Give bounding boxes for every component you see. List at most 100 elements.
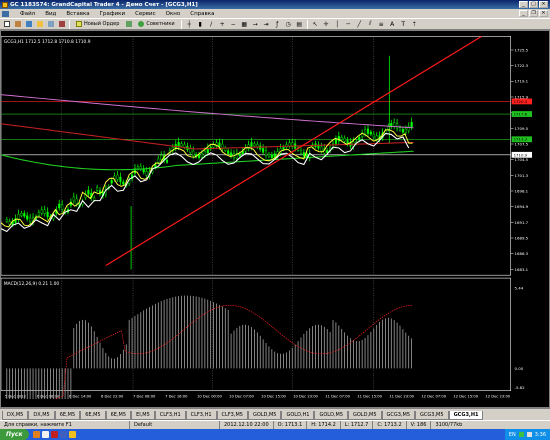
macd-tick-label: 5.44: [515, 285, 524, 290]
chart-shift-icon[interactable]: ⇥: [262, 20, 271, 29]
profiles-icon[interactable]: [13, 20, 22, 29]
new-order-button[interactable]: Новый Ордер: [73, 20, 122, 29]
price-tick-label: 1689.5: [515, 235, 529, 240]
menu-help[interactable]: Справка: [185, 11, 219, 17]
zoom-in-icon[interactable]: +: [218, 20, 227, 29]
chart-tab[interactable]: GCG3,M5: [381, 411, 416, 420]
mdi-close-button[interactable]: ×: [539, 10, 548, 17]
candle-body: [396, 123, 399, 129]
menu-insert[interactable]: Вставка: [61, 11, 94, 17]
ie-icon[interactable]: [59, 431, 67, 438]
network-icon[interactable]: [518, 432, 524, 437]
status-traffic[interactable]: 3100/77kb: [431, 421, 466, 429]
chart-tab[interactable]: DX,M5: [2, 411, 29, 420]
chart-tab[interactable]: GCG3,H1: [448, 411, 484, 420]
horizontal-line-icon[interactable]: ─: [344, 20, 353, 29]
chart-tab[interactable]: GOLD,H1: [281, 411, 315, 420]
candle-body: [145, 171, 148, 176]
navigator-icon[interactable]: [35, 20, 44, 29]
zoom-out-icon[interactable]: −: [229, 20, 238, 29]
price-tick-label: 1725.5: [515, 47, 529, 52]
trendline-icon[interactable]: ╱: [355, 20, 364, 29]
start-button[interactable]: Пуск: [0, 429, 29, 440]
chart-tab[interactable]: 6E,M5: [80, 411, 106, 420]
minimize-button[interactable]: _: [519, 1, 528, 8]
ma-magenta: [1, 94, 414, 129]
vertical-line-icon[interactable]: │: [333, 20, 342, 29]
candle-body: [302, 152, 305, 157]
label-tool-icon[interactable]: T: [399, 20, 408, 29]
chart-window[interactable]: GCG3,H1 1712.5 1712.8 1710.8 1710.9 MACD(…: [0, 30, 550, 408]
autoscroll-icon[interactable]: →: [251, 20, 260, 29]
chart-tab[interactable]: 6E,M5: [105, 411, 132, 420]
mdi-minimize-button[interactable]: _: [519, 10, 528, 17]
candles-icon[interactable]: ▮: [196, 20, 205, 29]
candle-body: [264, 150, 268, 156]
terminal-app-icon[interactable]: [68, 431, 76, 438]
cursor-icon[interactable]: ↖: [311, 20, 320, 29]
chart-tab[interactable]: EI,M5: [131, 411, 155, 420]
opera-icon[interactable]: [50, 431, 58, 438]
chart-tab[interactable]: CLF3,H1: [154, 411, 186, 420]
status-help: Для справки, нажмите F1: [0, 421, 130, 429]
menu-window[interactable]: Окно: [161, 11, 186, 17]
chart-tab[interactable]: GCG3,M5: [415, 411, 449, 420]
price-tick-label: 1707.5: [515, 141, 529, 146]
crosshair-icon[interactable]: ✛: [322, 20, 331, 29]
menu-charts[interactable]: Графики: [95, 11, 130, 17]
status-low: L: 1712.7: [341, 421, 374, 429]
mdi-restore-button[interactable]: ❐: [529, 10, 538, 17]
chart-tab[interactable]: GOLD,M5: [348, 411, 382, 420]
menu-tools[interactable]: Сервис: [130, 11, 161, 17]
maximize-button[interactable]: □: [529, 1, 538, 8]
candle-body: [189, 148, 192, 153]
explorer-icon[interactable]: [41, 431, 49, 438]
channel-icon[interactable]: ⫽: [366, 20, 375, 29]
chart-window-icon[interactable]: [2, 10, 9, 17]
close-button[interactable]: ×: [539, 1, 548, 8]
metaeditor-icon[interactable]: [124, 20, 133, 29]
new-chart-icon[interactable]: [2, 20, 11, 29]
macd-tick-label: -5.82: [515, 385, 526, 390]
fibonacci-icon[interactable]: ≡: [377, 20, 386, 29]
chart-tab[interactable]: GOLD,M5: [314, 411, 348, 420]
language-indicator[interactable]: EN: [509, 432, 516, 438]
menu-view[interactable]: Вид: [40, 11, 61, 17]
arrows-icon[interactable]: ⇡: [410, 20, 419, 29]
market-watch-icon[interactable]: [24, 20, 33, 29]
macd-pane-border: [1, 277, 511, 392]
tile-windows-icon[interactable]: ▦: [240, 20, 249, 29]
text-tool-icon[interactable]: A: [388, 20, 397, 29]
window-titlebar: GC 1183574: GrandCapital Trader 4 - Демо…: [0, 0, 550, 9]
candle-body: [43, 209, 46, 215]
price-marker-label: 1710.9: [514, 152, 528, 157]
templates-icon[interactable]: ▤: [295, 20, 304, 29]
status-profile: Default: [130, 421, 220, 429]
firefox-icon[interactable]: [32, 431, 40, 438]
price-marker-label: 1720.4: [514, 99, 528, 104]
chart-tabs: DX,M5 DX,M5 6E,M5 6E,M5 6E,M5 EI,M5 CLF3,H1 CLF…: [0, 408, 550, 420]
line-chart-icon[interactable]: ∕: [207, 20, 216, 29]
candle-body: [259, 145, 262, 150]
chart-header: GCG3,H1 1712.5 1712.8 1710.8 1710.9: [4, 39, 91, 45]
volume-icon[interactable]: [526, 432, 532, 437]
menu-file[interactable]: Файл: [15, 11, 40, 17]
experts-button[interactable]: Советники: [135, 20, 177, 29]
chart-tab[interactable]: 6E,M5: [54, 411, 81, 420]
strategy-tester-icon[interactable]: [57, 20, 66, 29]
chart-tab[interactable]: CLF3,M5: [216, 411, 248, 420]
terminal-icon[interactable]: [46, 20, 55, 29]
time-tick-label: 11 Dec 07:00: [325, 395, 350, 399]
bar-chart-icon[interactable]: ┼: [185, 20, 194, 29]
chart-tab[interactable]: CLF3,H1: [185, 411, 217, 420]
candle-body: [369, 131, 372, 135]
candle-body: [393, 122, 396, 127]
periods-icon[interactable]: ◷: [284, 20, 293, 29]
chart-tab[interactable]: GOLD,M5: [247, 411, 282, 420]
candle-body: [410, 122, 413, 128]
chart-tab[interactable]: DX,M5: [28, 411, 55, 420]
indicators-icon[interactable]: ƒ: [273, 20, 282, 29]
toolbar-separator: [180, 19, 182, 29]
candle-body: [267, 154, 271, 157]
price-chart[interactable]: GCG3,H1 1712.5 1712.8 1710.8 1710.9 MACD(…: [1, 31, 533, 399]
